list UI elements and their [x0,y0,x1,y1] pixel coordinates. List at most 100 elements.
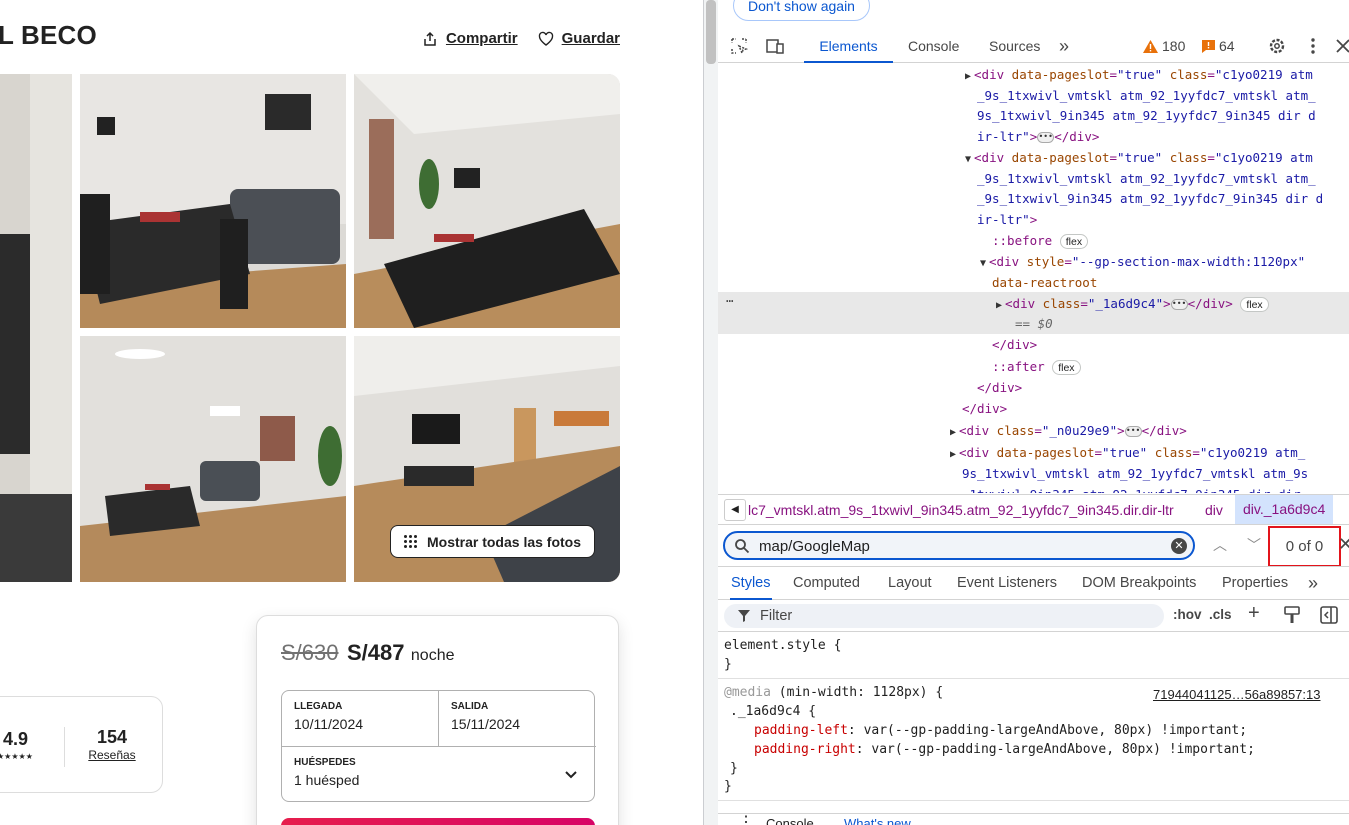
dont-show-again-button[interactable]: Don't show again [733,0,870,21]
collapsed-ellipsis-badge[interactable]: ••• [1170,299,1188,310]
tab-properties[interactable]: Properties [1222,567,1288,600]
collapsed-ellipsis-badge[interactable]: ••• [1037,132,1055,143]
css-declaration[interactable]: padding-right: var(--gp-padding-largeAnd… [754,740,1255,759]
css-declaration[interactable]: padding-left: var(--gp-padding-largeAndA… [754,721,1247,740]
photo-dining[interactable] [80,74,346,328]
dom-node[interactable]: ▶ <div data-pageslot="true" class="c1yo02… [965,65,1313,88]
dom-attr-line: ir-ltr"> [977,212,1038,227]
paint-icon[interactable] [1284,606,1300,624]
previous-match-icon[interactable]: ︿ [1210,535,1230,555]
dom-pseudo-after[interactable]: ::after flex [992,357,1081,378]
cls-button[interactable]: .cls [1209,607,1232,622]
breadcrumb-item-selected[interactable]: div._1a6d9c4 [1235,495,1334,524]
dom-node[interactable]: ▶ <div data-pageslot="true" class="c1yo02… [950,443,1305,466]
collapsed-ellipsis-badge[interactable]: ••• [1124,426,1142,437]
checkout-label: SALIDA [451,701,489,712]
tab-event-listeners[interactable]: Event Listeners [957,567,1057,600]
save-label: Guardar [561,30,620,47]
expand-triangle-icon[interactable]: ▶ [950,427,956,438]
dom-pseudo-before[interactable]: ::before flex [992,231,1089,252]
search-input[interactable] [759,535,1159,557]
styles-filter-input[interactable]: Filter [724,604,1164,628]
rating-card: 4.9 ★★★★★ 154 Reseñas [0,696,163,793]
share-button[interactable]: Compartir [422,30,518,47]
drawer-tab-whats-new[interactable]: What's new [844,816,911,825]
style-source-link[interactable]: 71944041125…56a89857:13 [1153,685,1320,704]
drawer-tab-console[interactable]: Console [766,816,814,825]
new-style-rule-icon[interactable]: + [1248,602,1260,625]
flex-badge[interactable]: flex [1059,234,1089,249]
rule-close-brace: } [724,779,732,794]
share-icon [424,31,436,46]
settings-gear-icon[interactable] [1268,37,1286,55]
clear-search-icon[interactable]: ✕ [1171,538,1187,554]
show-all-photos-button[interactable]: Mostrar todas las fotos [390,525,595,558]
checkin-label: LLEGADA [294,701,343,712]
hov-button[interactable]: :hov [1173,607,1202,622]
element-style-rule[interactable]: element.style { [724,636,841,655]
dom-attr-line: _1txwivl_9in345 atm_92_1yyfdc7_9in345 di… [962,485,1301,493]
dom-close-tag: </div> [992,337,1038,352]
page-scrollbar[interactable] [704,0,718,825]
more-subtabs-button[interactable]: » [1308,567,1318,600]
expand-triangle-icon[interactable]: ▶ [996,300,1002,311]
photo-living[interactable] [354,74,620,328]
device-toolbar-icon[interactable] [766,37,784,55]
tab-layout[interactable]: Layout [888,567,932,600]
next-match-icon[interactable]: ﹀ [1244,535,1264,555]
dom-node[interactable]: ▶ <div class="_n0u29e9">•••</div> [950,421,1187,444]
tab-styles[interactable]: Styles [730,567,772,600]
dom-attr-line: _9s_1txwivl_vmtskl atm_92_1yyfdc7_vmtskl… [977,88,1316,103]
tab-dom-breakpoints[interactable]: DOM Breakpoints [1082,567,1196,600]
close-search-icon[interactable]: ✕ [1338,534,1349,555]
expand-triangle-icon[interactable]: ▶ [950,449,956,460]
new-price: S/487 [346,640,405,665]
reserve-button[interactable] [281,818,595,825]
warnings-count: 180 [1162,38,1186,54]
breadcrumb-scroll-left-button[interactable]: ◀ [724,499,746,521]
checkin-field[interactable]: LLEGADA 10/11/2024 [282,691,439,747]
rule-separator [718,800,1349,801]
issues-count: 64 [1219,38,1235,54]
price-unit: noche [410,647,455,664]
breadcrumb-item[interactable]: div [1205,502,1223,518]
inspect-element-icon[interactable] [730,37,748,55]
close-icon[interactable] [1334,37,1349,55]
toggle-sidebar-icon[interactable] [1320,606,1338,624]
node-actions-ellipsis[interactable]: ⋯ [726,291,734,312]
issues-counter[interactable]: 64 [1202,38,1235,54]
css-selector[interactable]: ._1a6d9c4 { [730,702,816,721]
dom-node[interactable]: ▼ <div data-pageslot="true" class="c1yo02… [965,148,1313,171]
selected-node-marker: == $0 [1015,316,1053,331]
flex-badge[interactable]: flex [1052,360,1081,375]
dom-attr-line: ir-ltr">•••</div> [977,129,1100,144]
old-price: S/630 [281,640,339,665]
photo-room[interactable] [80,336,346,582]
tab-computed[interactable]: Computed [793,567,860,600]
save-button[interactable]: Guardar [538,30,620,47]
breadcrumb-item[interactable]: lc7_vmtskl.atm_9s_1txwivl_9in345.atm_92_… [748,502,1174,518]
divider [64,727,65,767]
tab-elements[interactable]: Elements [804,30,893,63]
filter-icon [738,610,750,622]
tab-sources[interactable]: Sources [989,30,1040,63]
more-tabs-button[interactable]: » [1059,30,1069,63]
chevron-down-icon[interactable] [564,767,578,781]
guests-field[interactable]: HUÉSPEDES 1 huésped [282,747,596,803]
tab-console[interactable]: Console [908,30,959,63]
checkout-value: 15/11/2024 [451,716,521,732]
title-actions: Compartir Guardar [422,30,620,47]
kebab-menu-icon[interactable] [1304,37,1322,55]
drawer-kebab-icon[interactable]: ⋮ [738,812,754,825]
checkout-field[interactable]: SALIDA 15/11/2024 [439,691,596,747]
dom-node[interactable]: ▼ <div style="--gp-section-max-width:1120… [980,252,1305,275]
flex-badge[interactable]: flex [1240,297,1269,312]
reviews-link[interactable]: Reseñas [85,748,139,762]
collapse-triangle-icon[interactable]: ▼ [965,154,971,165]
scrollbar-thumb[interactable] [706,0,716,64]
collapse-triangle-icon[interactable]: ▼ [980,258,986,269]
heart-icon [538,31,553,46]
warnings-counter[interactable]: 180 [1143,38,1185,54]
photo-main[interactable] [0,74,72,582]
expand-triangle-icon[interactable]: ▶ [965,71,971,82]
